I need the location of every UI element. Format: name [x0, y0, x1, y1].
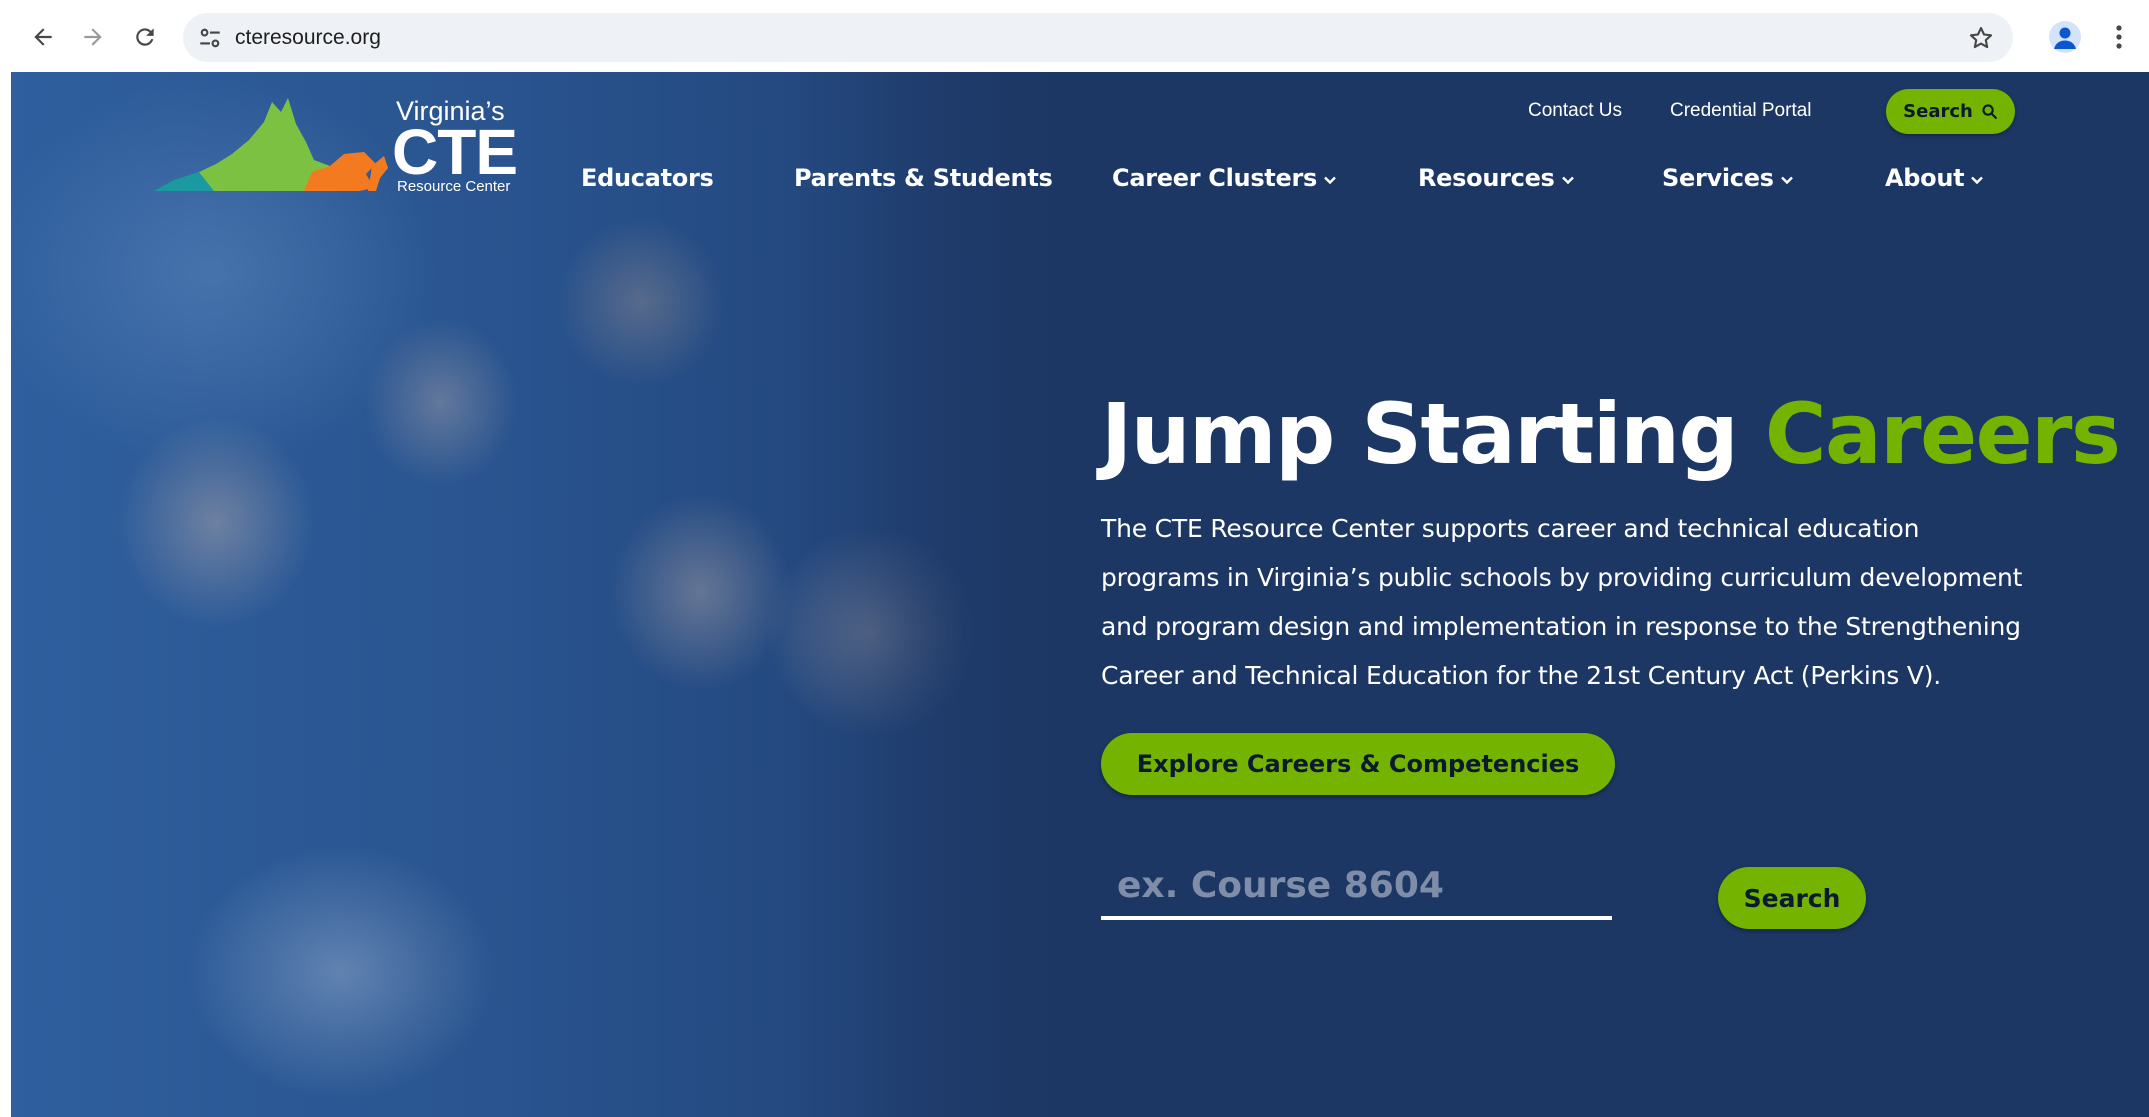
page-viewport: Virginia’s CTE Resource Center Contact U…	[11, 72, 2149, 1117]
person-icon	[2054, 27, 2076, 49]
browser-toolbar: cteresource.org	[0, 0, 2149, 72]
url-text[interactable]: cteresource.org	[235, 24, 381, 51]
hero-title: Jump Starting Careers	[1101, 384, 2121, 484]
hero-title-accent: Careers	[1764, 385, 2121, 483]
nav-item-educators[interactable]: Educators	[581, 161, 714, 195]
nav-item-label: Career Clusters	[1112, 164, 1317, 192]
site-logo[interactable]: Virginia’s CTE Resource Center	[154, 94, 518, 206]
tune-icon[interactable]	[197, 25, 223, 51]
nav-item-about[interactable]: About	[1885, 161, 1984, 195]
nav-item-label: Educators	[581, 164, 714, 192]
nav-item-label: Services	[1662, 164, 1774, 192]
star-icon[interactable]	[1967, 24, 1995, 52]
nav-item-resources[interactable]: Resources	[1418, 161, 1575, 195]
hero-photo-fade	[791, 72, 1091, 1117]
explore-careers-button[interactable]: Explore Careers & Competencies	[1101, 733, 1615, 795]
nav-item-career-clusters[interactable]: Career Clusters	[1112, 161, 1337, 195]
credential-portal-link[interactable]: Credential Portal	[1670, 99, 1812, 123]
explore-careers-label: Explore Careers & Competencies	[1136, 750, 1580, 778]
hero-description: The CTE Resource Center supports career …	[1101, 514, 2023, 690]
nav-item-parents-students[interactable]: Parents & Students	[794, 161, 1053, 195]
course-search-button[interactable]: Search	[1718, 867, 1866, 929]
course-search-label: Search	[1743, 883, 1841, 913]
contact-us-link[interactable]: Contact Us	[1528, 99, 1622, 123]
profile-avatar[interactable]	[2049, 21, 2081, 53]
chevron-down-icon	[1324, 176, 1336, 184]
arrow-left-icon	[34, 28, 52, 46]
chevron-down-icon	[1971, 176, 1984, 184]
reload-icon	[136, 28, 154, 46]
chevron-down-icon	[1780, 176, 1793, 184]
back-button[interactable]	[25, 19, 61, 55]
arrow-right-icon	[84, 28, 102, 46]
nav-item-label: Parents & Students	[794, 164, 1053, 192]
kebab-menu-icon[interactable]	[2106, 21, 2132, 53]
nav-item-label: Resources	[1418, 164, 1555, 192]
nav-item-label: About	[1885, 164, 1965, 192]
hero-title-main: Jump Starting	[1101, 385, 1739, 483]
chevron-down-icon	[1561, 176, 1574, 184]
nav-item-services[interactable]: Services	[1662, 161, 1794, 195]
forward-button[interactable]	[75, 19, 111, 55]
virginia-map-icon	[154, 98, 388, 191]
header-search-button[interactable]: Search	[1886, 89, 2015, 134]
search-icon	[1982, 104, 1997, 119]
reload-button[interactable]	[127, 19, 163, 55]
course-search-input[interactable]	[1101, 854, 1612, 920]
address-bar[interactable]: cteresource.org	[183, 13, 2013, 62]
logo-line-3: Resource Center	[397, 178, 511, 195]
header-search-label: Search	[1903, 101, 1973, 122]
